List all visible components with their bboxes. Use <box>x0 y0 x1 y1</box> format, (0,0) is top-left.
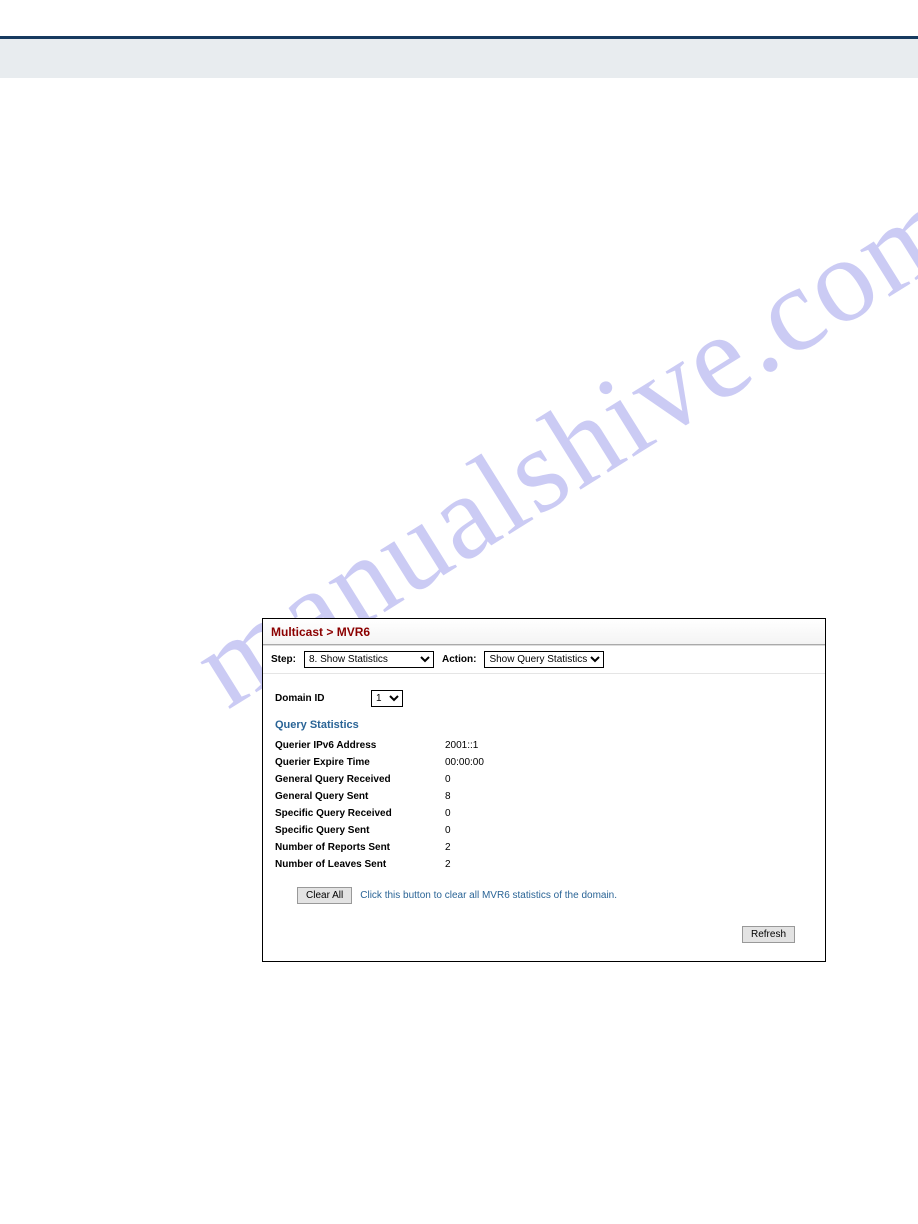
stat-value: 00:00:00 <box>445 757 484 768</box>
mvr6-panel: Multicast > MVR6 Step: 8. Show Statistic… <box>262 618 826 962</box>
stat-row: Querier Expire Time 00:00:00 <box>275 754 813 771</box>
stat-key: Querier Expire Time <box>275 757 445 768</box>
stat-value: 0 <box>445 808 451 819</box>
stat-key: General Query Received <box>275 774 445 785</box>
breadcrumb-part2: MVR6 <box>337 625 370 639</box>
clear-all-hint: Click this button to clear all MVR6 stat… <box>360 890 617 901</box>
breadcrumb-sep: > <box>323 625 337 639</box>
stat-value: 2 <box>445 842 451 853</box>
stat-row: Specific Query Received 0 <box>275 805 813 822</box>
stat-key: Number of Leaves Sent <box>275 859 445 870</box>
page-header-bar <box>0 36 918 78</box>
stat-row: Specific Query Sent 0 <box>275 822 813 839</box>
breadcrumb: Multicast > MVR6 <box>263 619 825 645</box>
stat-value: 2001::1 <box>445 740 478 751</box>
stat-key: General Query Sent <box>275 791 445 802</box>
stat-value: 0 <box>445 825 451 836</box>
stat-value: 2 <box>445 859 451 870</box>
stat-row: Querier IPv6 Address 2001::1 <box>275 737 813 754</box>
step-label: Step: <box>271 654 296 665</box>
domain-id-row: Domain ID 1 <box>275 684 813 717</box>
action-label: Action: <box>442 654 476 665</box>
stat-value: 0 <box>445 774 451 785</box>
stat-key: Number of Reports Sent <box>275 842 445 853</box>
stat-row: Number of Reports Sent 2 <box>275 839 813 856</box>
refresh-row: Refresh <box>275 912 813 955</box>
domain-id-label: Domain ID <box>275 693 361 704</box>
clear-all-button[interactable]: Clear All <box>297 887 352 904</box>
step-action-row: Step: 8. Show Statistics Action: Show Qu… <box>263 645 825 674</box>
panel-body: Domain ID 1 Query Statistics Querier IPv… <box>263 674 825 961</box>
stat-row: General Query Sent 8 <box>275 788 813 805</box>
query-statistics-title: Query Statistics <box>275 717 813 737</box>
action-select[interactable]: Show Query Statistics <box>484 651 604 668</box>
domain-id-select[interactable]: 1 <box>371 690 403 707</box>
step-select[interactable]: 8. Show Statistics <box>304 651 434 668</box>
stat-key: Querier IPv6 Address <box>275 740 445 751</box>
clear-all-row: Clear All Click this button to clear all… <box>275 873 813 912</box>
stat-key: Specific Query Sent <box>275 825 445 836</box>
stat-row: General Query Received 0 <box>275 771 813 788</box>
stat-value: 8 <box>445 791 451 802</box>
breadcrumb-part1: Multicast <box>271 625 323 639</box>
refresh-button[interactable]: Refresh <box>742 926 795 943</box>
stat-row: Number of Leaves Sent 2 <box>275 856 813 873</box>
stat-key: Specific Query Received <box>275 808 445 819</box>
